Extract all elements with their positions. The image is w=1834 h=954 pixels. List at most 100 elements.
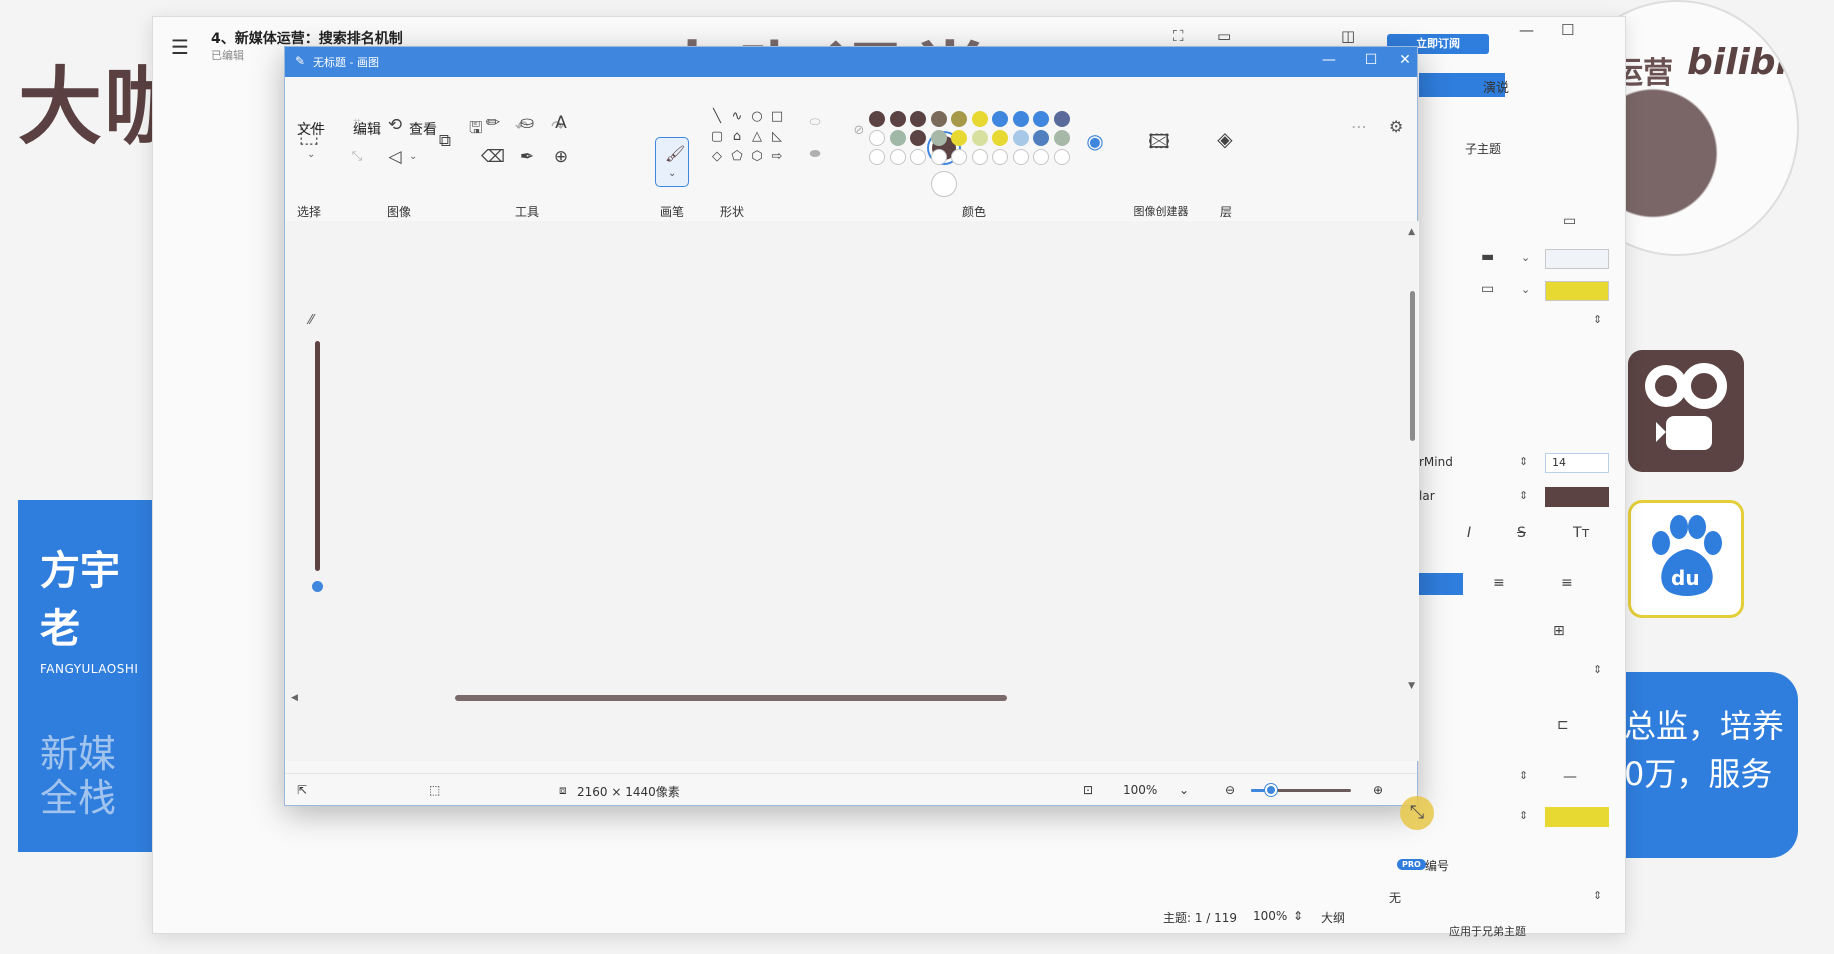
shape-icon[interactable]: ▭	[1563, 213, 1576, 229]
hamburger-menu-icon[interactable]: ☰	[171, 35, 189, 59]
palette-color-swatch[interactable]	[1033, 130, 1049, 146]
color-stepper-icon[interactable]: ⇕	[1519, 809, 1528, 822]
palette-color-swatch[interactable]	[869, 111, 885, 127]
palette-color-swatch[interactable]	[951, 130, 967, 146]
palette-color-swatch[interactable]	[971, 111, 988, 127]
palette-color-swatch[interactable]	[930, 130, 947, 146]
palette-color-swatch[interactable]	[910, 130, 926, 146]
arrow-shape-icon[interactable]: ⇨	[765, 149, 789, 164]
palette-color-swatch[interactable]	[992, 111, 1008, 127]
fullscreen-icon[interactable]: ⛶	[1173, 27, 1184, 45]
flip-icon[interactable]: ◁	[383, 147, 407, 167]
palette-color-swatch[interactable]	[1012, 149, 1029, 165]
structure-icon[interactable]: ⊞	[1553, 623, 1565, 639]
palette-color-swatch[interactable]	[1012, 111, 1029, 127]
line-style-icon[interactable]: ▭	[1481, 281, 1494, 297]
brush-selector[interactable]: 🖌 ⌄	[655, 137, 689, 187]
palette-color-swatch[interactable]	[889, 130, 906, 146]
border-color-swatch[interactable]	[1545, 249, 1609, 269]
drawing-canvas[interactable]: ⁄⁄ ▲ ▼ ◀	[285, 221, 1419, 761]
border-style-icon[interactable]: ▬	[1481, 249, 1494, 265]
align-center-icon[interactable]: ≡	[1493, 575, 1505, 591]
palette-color-swatch[interactable]	[951, 149, 967, 165]
magnifier-icon[interactable]: ⊕	[549, 147, 573, 167]
palette-color-swatch[interactable]	[910, 111, 926, 127]
zoom-in-icon[interactable]: ⊕	[1373, 783, 1383, 797]
palette-color-swatch[interactable]	[889, 149, 906, 165]
fill-style-icon[interactable]: ⬬	[803, 147, 827, 162]
zoom-slider-knob[interactable]	[1265, 784, 1277, 796]
align-left-button[interactable]	[1419, 573, 1463, 595]
resize-icon[interactable]: ⤡	[345, 149, 369, 164]
paint-close-icon[interactable]: ✕	[1391, 52, 1419, 68]
eraser-icon[interactable]: ⌫	[481, 147, 505, 167]
brush-size-slider-knob[interactable]	[312, 581, 323, 592]
line-stepper-icon[interactable]: ⇕	[1519, 769, 1528, 782]
font-size-field[interactable]: 14	[1545, 453, 1609, 473]
secondary-color-swatch[interactable]	[931, 171, 957, 197]
zoom-stepper-icon[interactable]: ⇕	[1293, 909, 1303, 923]
fill-color-swatch[interactable]	[1545, 281, 1609, 301]
font-weight-value[interactable]: lar	[1419, 489, 1435, 503]
fill-bucket-icon[interactable]: ⛀	[515, 113, 539, 133]
layers-icon[interactable]: ◈	[1213, 127, 1237, 151]
palette-color-swatch[interactable]	[971, 149, 988, 165]
palette-color-swatch[interactable]	[971, 130, 988, 146]
horizontal-scrollbar[interactable]	[455, 695, 1007, 701]
palette-color-swatch[interactable]	[930, 111, 947, 127]
host-maximize-icon[interactable]: ☐	[1561, 21, 1574, 39]
palette-color-swatch[interactable]	[1033, 111, 1049, 127]
scroll-left-icon[interactable]: ◀	[291, 693, 298, 703]
host-zoom-value[interactable]: 100%	[1253, 909, 1287, 923]
rectangle-shape-icon[interactable]: □	[765, 109, 789, 124]
edit-colors-icon[interactable]: ◉	[1083, 129, 1107, 153]
palette-color-swatch[interactable]	[1053, 149, 1070, 165]
branch-icon[interactable]: ⊏	[1557, 717, 1569, 733]
palette-color-swatch[interactable]	[951, 111, 967, 127]
rectangle-select-icon[interactable]: ⬚	[297, 123, 321, 148]
fit-to-window-icon[interactable]: ⊡	[1083, 783, 1093, 797]
outline-style-icon[interactable]: ⬭	[803, 115, 827, 130]
palette-color-swatch[interactable]	[1012, 130, 1029, 146]
shape-size-icon[interactable]: ⊘	[847, 123, 871, 138]
line-end-icon[interactable]: —	[1563, 769, 1577, 785]
text-color-swatch[interactable]	[1545, 487, 1609, 507]
palette-color-swatch[interactable]	[910, 149, 926, 165]
font-weight-stepper-icon[interactable]: ⇕	[1519, 489, 1528, 502]
palette-color-swatch[interactable]	[992, 149, 1008, 165]
zoom-dropdown-icon[interactable]: ⌄	[1179, 783, 1189, 797]
crop-icon[interactable]: ⌗	[345, 115, 369, 130]
zoom-value[interactable]: 100%	[1123, 783, 1157, 797]
brush-size-slider[interactable]	[315, 341, 320, 571]
stepper-icon[interactable]: ⇕	[1593, 313, 1602, 326]
structure-stepper-icon[interactable]: ⇕	[1593, 663, 1602, 676]
rotate-icon[interactable]: ⟲	[383, 115, 407, 135]
color-picker-icon[interactable]: ✒	[515, 147, 539, 167]
more-options-icon[interactable]: ⋯	[1351, 117, 1367, 136]
align-right-icon[interactable]: ≡	[1561, 575, 1573, 591]
panel-toggle-icon[interactable]: ◫	[1341, 27, 1355, 45]
image-creator-icon[interactable]: 🖾	[1147, 127, 1171, 161]
italic-icon[interactable]: I	[1467, 525, 1471, 541]
palette-color-swatch[interactable]	[869, 149, 885, 165]
palette-color-swatch[interactable]	[889, 111, 906, 127]
scroll-down-icon[interactable]: ▼	[1408, 681, 1415, 691]
palette-color-swatch[interactable]	[930, 149, 947, 165]
text-tool-icon[interactable]: A	[549, 113, 573, 133]
vertical-scrollbar[interactable]	[1410, 291, 1415, 441]
rotate-chevron-icon[interactable]: ⌄	[409, 119, 417, 130]
subtopic-label[interactable]: 子主题	[1465, 140, 1501, 157]
palette-color-swatch[interactable]	[1053, 130, 1070, 146]
paint-titlebar[interactable]: ✎ 无标题 - 画图 — ☐ ✕	[285, 47, 1417, 77]
palette-color-swatch[interactable]	[869, 130, 885, 146]
settings-gear-icon[interactable]: ⚙	[1389, 117, 1403, 136]
zoom-out-icon[interactable]: ⊖	[1225, 783, 1235, 797]
outline-button[interactable]: 大纲	[1321, 909, 1345, 926]
right-triangle-shape-icon[interactable]: ◺	[765, 129, 789, 144]
pencil-icon[interactable]: ✏	[481, 113, 505, 133]
paint-minimize-icon[interactable]: —	[1307, 52, 1351, 68]
palette-color-swatch[interactable]	[1033, 149, 1049, 165]
present-icon[interactable]: ▭	[1217, 27, 1231, 45]
text-case-icon[interactable]: Tт	[1573, 525, 1590, 541]
font-family-value[interactable]: rMind	[1419, 455, 1453, 469]
